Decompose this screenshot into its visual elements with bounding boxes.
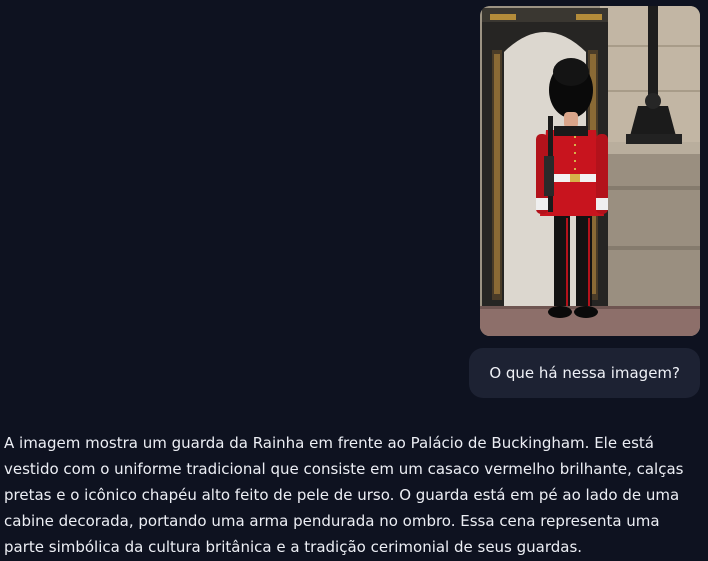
chat-thread: O que há nessa imagem? A imagem mostra u…	[0, 0, 708, 561]
user-message-bubble: O que há nessa imagem?	[469, 348, 700, 398]
user-attached-image[interactable]	[480, 6, 700, 336]
assistant-response: A imagem mostra um guarda da Rainha em f…	[4, 434, 684, 556]
photo-guard-buckingham	[480, 6, 700, 336]
